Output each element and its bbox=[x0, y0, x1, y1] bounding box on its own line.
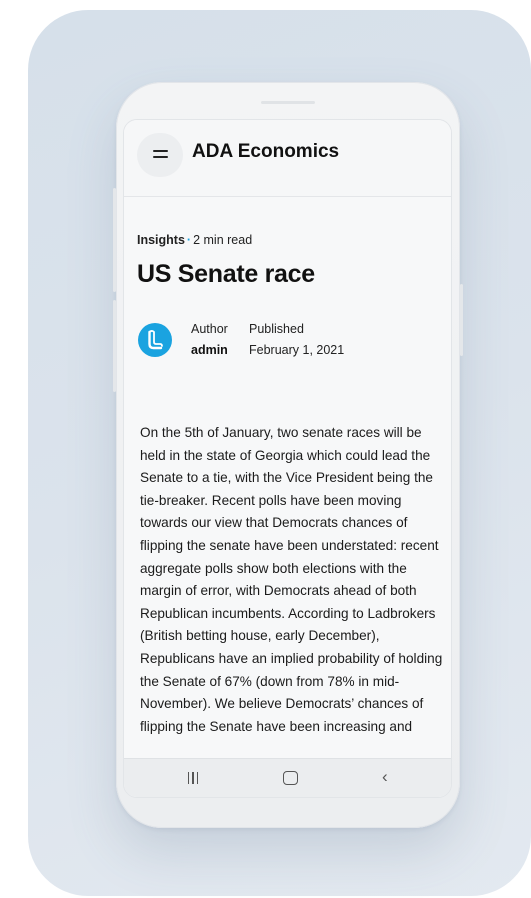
author-logo-icon bbox=[148, 330, 163, 350]
author-avatar[interactable] bbox=[138, 323, 172, 357]
author-name[interactable]: admin bbox=[191, 343, 228, 357]
published-date: February 1, 2021 bbox=[249, 343, 345, 357]
earpiece-speaker bbox=[261, 101, 315, 104]
power-button bbox=[460, 284, 463, 356]
home-icon[interactable] bbox=[283, 771, 298, 785]
category-link[interactable]: Insights bbox=[137, 233, 185, 247]
bixby-button bbox=[113, 300, 116, 392]
menu-button[interactable] bbox=[137, 133, 183, 177]
post-title: US Senate race bbox=[137, 260, 315, 288]
phone-screen: ADA Economics Insights · 2 min read US Sen… bbox=[123, 119, 452, 798]
volume-button bbox=[113, 188, 116, 292]
post-meta: Insights · 2 min read bbox=[137, 233, 252, 247]
app-title: ADA Economics bbox=[192, 141, 340, 162]
published-label: Published bbox=[249, 322, 304, 336]
app-header: ADA Economics bbox=[124, 120, 451, 197]
system-nav-bar: ‹ bbox=[124, 758, 451, 797]
recents-icon[interactable] bbox=[188, 771, 201, 787]
meta-separator: · bbox=[186, 233, 192, 247]
post-body: On the 5th of January, two senate races … bbox=[140, 422, 443, 738]
body-paragraph: On the 5th of January, two senate races … bbox=[140, 425, 443, 734]
author-label: Author bbox=[191, 322, 228, 336]
back-icon[interactable]: ‹ bbox=[382, 767, 388, 787]
read-time: 2 min read bbox=[193, 233, 253, 247]
